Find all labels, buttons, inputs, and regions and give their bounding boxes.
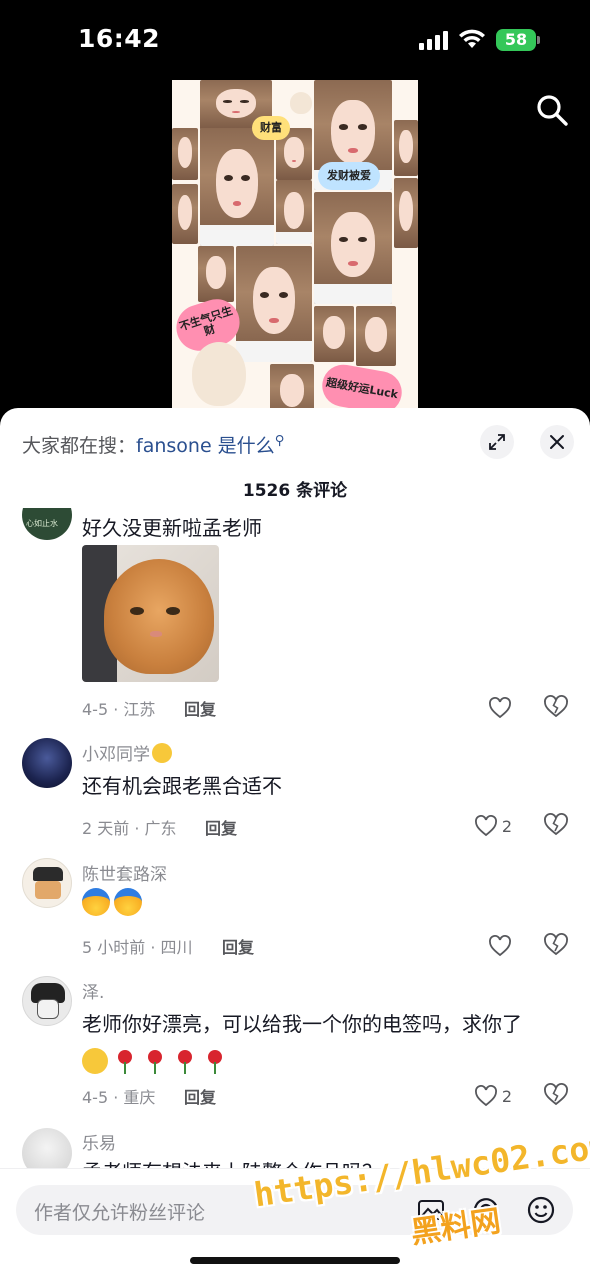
comment-item: 心如止水 好久没更新啦孟老师 4-5 · 江苏 回复	[0, 508, 590, 728]
cat-sticker	[192, 342, 246, 406]
trending-search[interactable]: 大家都在搜：fansone 是什么⚲	[22, 431, 284, 458]
comment-text: 还有机会跟老黑合适不	[82, 774, 282, 798]
battery-icon: 58	[496, 29, 540, 51]
battery-level: 58	[496, 29, 536, 51]
emoji-row	[82, 888, 152, 918]
cellular-signal-icon	[419, 30, 449, 50]
emoji-row	[82, 1048, 242, 1076]
comment-count: 1526 条评论	[242, 481, 348, 501]
reply-button[interactable]: 回复	[184, 1084, 216, 1108]
like-button[interactable]: 2	[452, 812, 512, 840]
comment-author[interactable]: 小邓同学	[82, 740, 172, 765]
heart-icon	[489, 697, 511, 719]
broken-heart-icon[interactable]	[543, 932, 569, 958]
heart-icon	[474, 815, 497, 837]
sheet-header: 大家都在搜：fansone 是什么⚲ 1526 条评论	[0, 408, 590, 508]
photo-tile	[394, 178, 418, 248]
comment-author[interactable]: 乐易	[82, 1129, 116, 1154]
reply-button[interactable]: 回复	[184, 696, 216, 720]
reply-button[interactable]: 回复	[222, 934, 254, 958]
comment-item: 小邓同学 还有机会跟老黑合适不 2 天前 · 广东 回复 2	[0, 738, 590, 838]
cat-photo	[104, 559, 214, 674]
search-small-icon: ⚲	[274, 433, 285, 449]
wifi-icon	[459, 29, 485, 48]
broken-heart-icon[interactable]	[543, 1082, 569, 1108]
expand-button[interactable]	[480, 425, 514, 459]
avatar[interactable]	[22, 1128, 72, 1168]
photo-tile	[276, 180, 312, 244]
heart-icon	[474, 1085, 497, 1107]
emoji-icon	[82, 888, 110, 916]
like-button[interactable]	[452, 694, 512, 722]
comment-author[interactable]: 陈世套路深	[82, 860, 167, 885]
avatar[interactable]	[22, 738, 72, 788]
trending-search-prefix: 大家都在搜：	[22, 435, 137, 457]
avatar-badge: 心如止水	[26, 519, 58, 528]
comment-list[interactable]: 心如止水 好久没更新啦孟老师 4-5 · 江苏 回复 小邓同学 还有机会跟老黑合…	[0, 508, 590, 1168]
photo-tile	[172, 128, 198, 180]
search-icon[interactable]	[534, 92, 570, 128]
photo-tile	[200, 128, 274, 246]
photo-tile	[356, 306, 396, 366]
sticker-wealth: 财富	[252, 116, 290, 140]
winking-tongue-emoji-icon	[82, 1048, 108, 1074]
comment-meta: 4-5 · 重庆	[82, 1088, 156, 1107]
comment-item: 陈世套路深 5 小时前 · 四川 回复	[0, 858, 590, 968]
photo-tile	[314, 192, 392, 304]
like-count: 2	[501, 1086, 512, 1106]
close-icon	[550, 435, 564, 449]
like-count: 2	[501, 816, 512, 836]
photo-tile	[394, 120, 418, 176]
heart-icon	[489, 935, 511, 957]
cat-sticker	[290, 92, 312, 114]
avatar[interactable]	[22, 976, 72, 1026]
comment-image[interactable]	[82, 545, 219, 682]
smiling-face-with-hearts-icon	[152, 743, 172, 763]
avatar[interactable]	[22, 858, 72, 908]
comment-meta: 2 天前 · 广东	[82, 819, 177, 838]
close-button[interactable]	[540, 425, 574, 459]
photo-tile	[314, 306, 354, 362]
video-thumbnail[interactable]: 财富 发财被爱 不生气只生财 超级好运Luck	[172, 80, 418, 420]
expand-icon	[489, 434, 505, 450]
comment-meta: 4-5 · 江苏	[82, 700, 156, 719]
like-button[interactable]: 2	[452, 1082, 512, 1110]
avatar[interactable]: 心如止水	[22, 508, 72, 540]
sticker-fortune-love: 发财被爱	[318, 162, 380, 190]
broken-heart-icon[interactable]	[543, 812, 569, 838]
status-time: 16:42	[78, 24, 161, 53]
photo-tile	[172, 184, 198, 244]
photo-tile	[198, 246, 234, 302]
photo-tile	[236, 246, 312, 362]
trending-search-keyword[interactable]: fansone 是什么	[136, 435, 275, 457]
comment-input-placeholder: 作者仅允许粉丝评论	[34, 1202, 206, 1224]
comment-item: 泽. 老师你好漂亮，可以给我一个你的电签吗，求你了 4-5 · 重庆 回复 2	[0, 976, 590, 1116]
emoji-icon	[114, 888, 142, 916]
comment-meta: 5 小时前 · 四川	[82, 938, 193, 957]
comment-text: 好久没更新啦孟老师	[82, 516, 262, 540]
comment-author[interactable]: 泽.	[82, 978, 104, 1003]
comment-text: 老师你好漂亮，可以给我一个你的电签吗，求你了	[82, 1012, 522, 1036]
status-bar: 16:42 58	[0, 0, 590, 80]
reply-button[interactable]: 回复	[205, 815, 237, 839]
like-button[interactable]	[452, 932, 512, 960]
broken-heart-icon[interactable]	[543, 694, 569, 720]
